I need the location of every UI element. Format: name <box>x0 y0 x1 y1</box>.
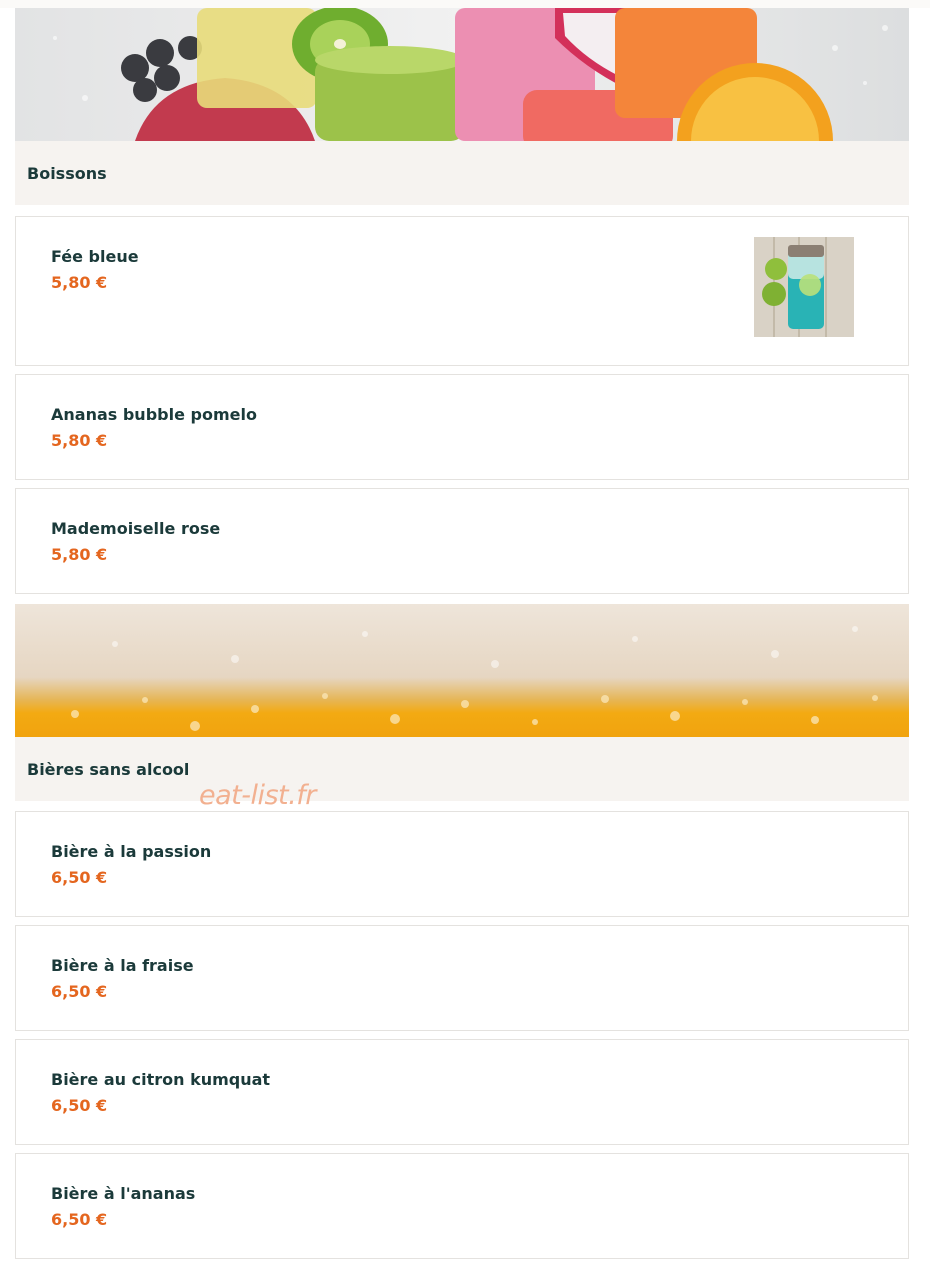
item-price: 5,80 € <box>51 273 108 292</box>
item-price: 5,80 € <box>51 431 108 450</box>
item-price: 6,50 € <box>51 982 108 1001</box>
item-price: 6,50 € <box>51 1210 108 1229</box>
menu-item-card[interactable]: Mademoiselle rose 5,80 € <box>15 488 909 594</box>
menu-item-card[interactable]: Bière à la fraise 6,50 € <box>15 925 909 1031</box>
menu-item-card[interactable]: Bière à la passion 6,50 € <box>15 811 909 917</box>
item-name: Bière à l'ananas <box>51 1184 196 1203</box>
item-name: Bière à la fraise <box>51 956 194 975</box>
item-name: Mademoiselle rose <box>51 519 221 538</box>
category-banner-boissons <box>15 8 909 141</box>
blue-drink-jar-photo-icon <box>754 237 854 337</box>
menu-item-card[interactable]: Bière à l'ananas 6,50 € <box>15 1153 909 1259</box>
watermark-text: eat-list.fr <box>199 780 316 811</box>
menu-item-card[interactable]: Bière au citron kumquat 6,50 € <box>15 1039 909 1145</box>
menu-item-card[interactable]: Ananas bubble pomelo 5,80 € <box>15 374 909 480</box>
category-header-bieres: Bières sans alcool <box>15 737 909 801</box>
item-name: Fée bleue <box>51 247 139 266</box>
item-price: 6,50 € <box>51 868 108 887</box>
page-top-edge <box>0 0 930 8</box>
menu-item-card[interactable]: Fée bleue 5,80 € <box>15 216 909 366</box>
item-name: Bière à la passion <box>51 842 212 861</box>
fruit-juices-photo-icon <box>15 8 909 141</box>
item-name: Ananas bubble pomelo <box>51 405 257 424</box>
category-title: Boissons <box>27 163 107 183</box>
beer-foam-photo-icon <box>15 604 909 737</box>
category-header-boissons: Boissons <box>15 141 909 205</box>
category-title: Bières sans alcool <box>27 759 190 779</box>
item-price: 5,80 € <box>51 545 108 564</box>
item-thumbnail[interactable] <box>754 237 854 337</box>
item-name: Bière au citron kumquat <box>51 1070 271 1089</box>
item-price: 6,50 € <box>51 1096 108 1115</box>
category-banner-bieres <box>15 604 909 737</box>
